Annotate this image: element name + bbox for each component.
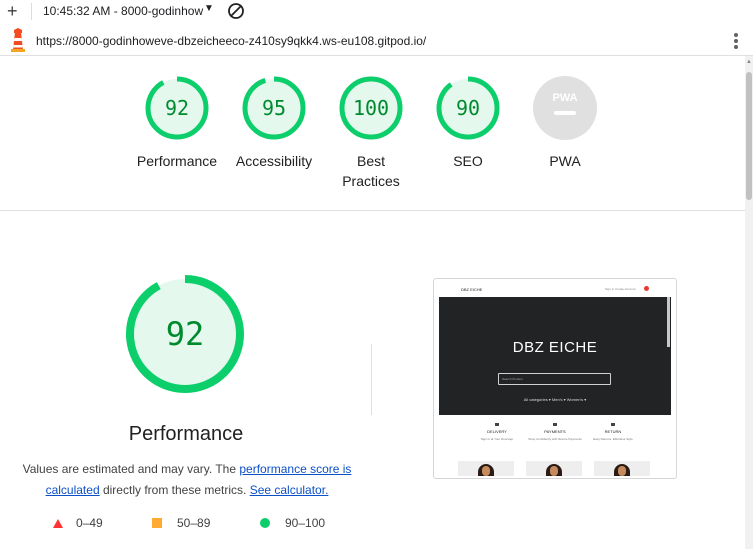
square-icon bbox=[152, 518, 162, 528]
scroll-up-icon[interactable]: ▲ bbox=[746, 58, 752, 66]
hero-categories: All categories ▾ Men's ▾ Women's ▾ bbox=[523, 397, 587, 402]
legend-range: 50–89 bbox=[177, 516, 211, 530]
page-url[interactable]: https://8000-godinhoweve-dbzeicheeco-z41… bbox=[36, 34, 426, 48]
category-label: Best Practices bbox=[342, 153, 400, 189]
hero-search-box: Search Product bbox=[498, 373, 611, 385]
category-pwa[interactable]: PWA PWA bbox=[515, 75, 615, 171]
feature-title: RETURN bbox=[604, 429, 622, 434]
legend-average: 50–89 bbox=[152, 516, 210, 530]
lighthouse-icon bbox=[11, 28, 25, 52]
feature-payments: PAYMENTS Shop Confidently with Secure Pa… bbox=[525, 423, 585, 441]
legend-range: 0–49 bbox=[76, 516, 103, 530]
score-gauge: 95 bbox=[241, 75, 307, 141]
triangle-icon bbox=[53, 518, 63, 528]
score-gauge: 100 bbox=[338, 75, 404, 141]
pwa-badge-icon: PWA bbox=[532, 75, 598, 141]
feature-text: Sign in at Your Doorstep bbox=[480, 437, 514, 441]
category-seo[interactable]: 90 SEO bbox=[418, 75, 518, 171]
site-navbar: DBZ EICHE Sign in Create Account bbox=[439, 283, 671, 297]
hero-title: DBZ EICHE bbox=[512, 339, 598, 356]
category-label: Performance bbox=[136, 153, 218, 169]
feature-return: RETURN Easy Returns, Effortless Style bbox=[583, 423, 643, 441]
desc-prefix: Values are estimated and may vary. The bbox=[22, 462, 237, 476]
performance-score: 92 bbox=[165, 315, 205, 353]
score-gauge: 92 bbox=[144, 75, 210, 141]
score-value: 100 bbox=[352, 96, 390, 120]
kebab-menu-icon[interactable] bbox=[731, 32, 741, 50]
feature-title: DELIVERY bbox=[487, 429, 507, 434]
card-icon bbox=[553, 423, 557, 426]
desc-middle: directly from these metrics. bbox=[102, 483, 247, 497]
score-value: 90 bbox=[455, 96, 481, 120]
no-entry-icon[interactable] bbox=[227, 2, 245, 20]
screenshot-scrollbar bbox=[667, 297, 670, 347]
legend-fail: 0–49 bbox=[53, 516, 103, 530]
section-divider bbox=[0, 210, 745, 211]
scrollbar-thumb[interactable] bbox=[746, 72, 752, 200]
screenshot-content: DBZ EICHE Sign in Create Account DBZ EIC… bbox=[439, 283, 671, 476]
legend-range: 90–100 bbox=[285, 516, 326, 530]
pwa-badge-text: PWA bbox=[552, 92, 577, 104]
vertical-divider bbox=[371, 344, 372, 415]
truck-icon bbox=[495, 423, 499, 426]
plus-icon[interactable]: + bbox=[7, 1, 18, 21]
performance-title: Performance bbox=[128, 423, 244, 445]
category-label: PWA bbox=[549, 153, 581, 169]
site-hero: DBZ EICHE Search Product All categories … bbox=[439, 297, 671, 415]
hero-search-placeholder: Search Product bbox=[502, 377, 523, 381]
caret-down-icon[interactable]: ▼ bbox=[204, 3, 214, 14]
circle-icon bbox=[260, 518, 270, 528]
page-screenshot-thumbnail[interactable]: DBZ EICHE Sign in Create Account DBZ EIC… bbox=[433, 278, 677, 479]
feature-delivery: DELIVERY Sign in at Your Doorstep bbox=[467, 423, 527, 441]
category-accessibility[interactable]: 95 Accessibility bbox=[224, 75, 324, 171]
see-calculator-link[interactable]: See calculator. bbox=[250, 483, 329, 497]
report-title-dropdown[interactable]: 10:45:32 AM - 8000-godinhow bbox=[43, 4, 203, 18]
score-value: 95 bbox=[261, 96, 287, 120]
feature-text: Shop Confidently with Secure Payments bbox=[528, 437, 582, 441]
product-card bbox=[458, 461, 514, 476]
top-toolbar: + 10:45:32 AM - 8000-godinhow ▼ bbox=[0, 0, 753, 24]
score-value: 92 bbox=[164, 96, 190, 120]
product-card bbox=[594, 461, 650, 476]
toolbar-separator bbox=[31, 3, 32, 20]
category-label: SEO bbox=[453, 153, 483, 169]
return-icon bbox=[611, 423, 615, 426]
category-label: Accessibility bbox=[235, 153, 313, 169]
legend-pass: 90–100 bbox=[260, 516, 325, 530]
url-bar: https://8000-godinhoweve-dbzeicheeco-z41… bbox=[0, 26, 753, 56]
product-card bbox=[526, 461, 582, 476]
category-best-practices[interactable]: 100 Best Practices bbox=[321, 75, 421, 191]
performance-gauge: 92 bbox=[124, 273, 246, 395]
feature-title: PAYMENTS bbox=[544, 429, 566, 434]
site-brand: DBZ EICHE bbox=[461, 287, 483, 292]
feature-text: Easy Returns, Effortless Style bbox=[593, 437, 633, 441]
category-performance[interactable]: 92 Performance bbox=[127, 75, 227, 171]
cart-icon bbox=[644, 286, 649, 291]
site-nav-links: Sign in Create Account bbox=[605, 287, 636, 291]
score-gauge: 90 bbox=[435, 75, 501, 141]
performance-description: Values are estimated and may vary. The p… bbox=[22, 459, 352, 501]
